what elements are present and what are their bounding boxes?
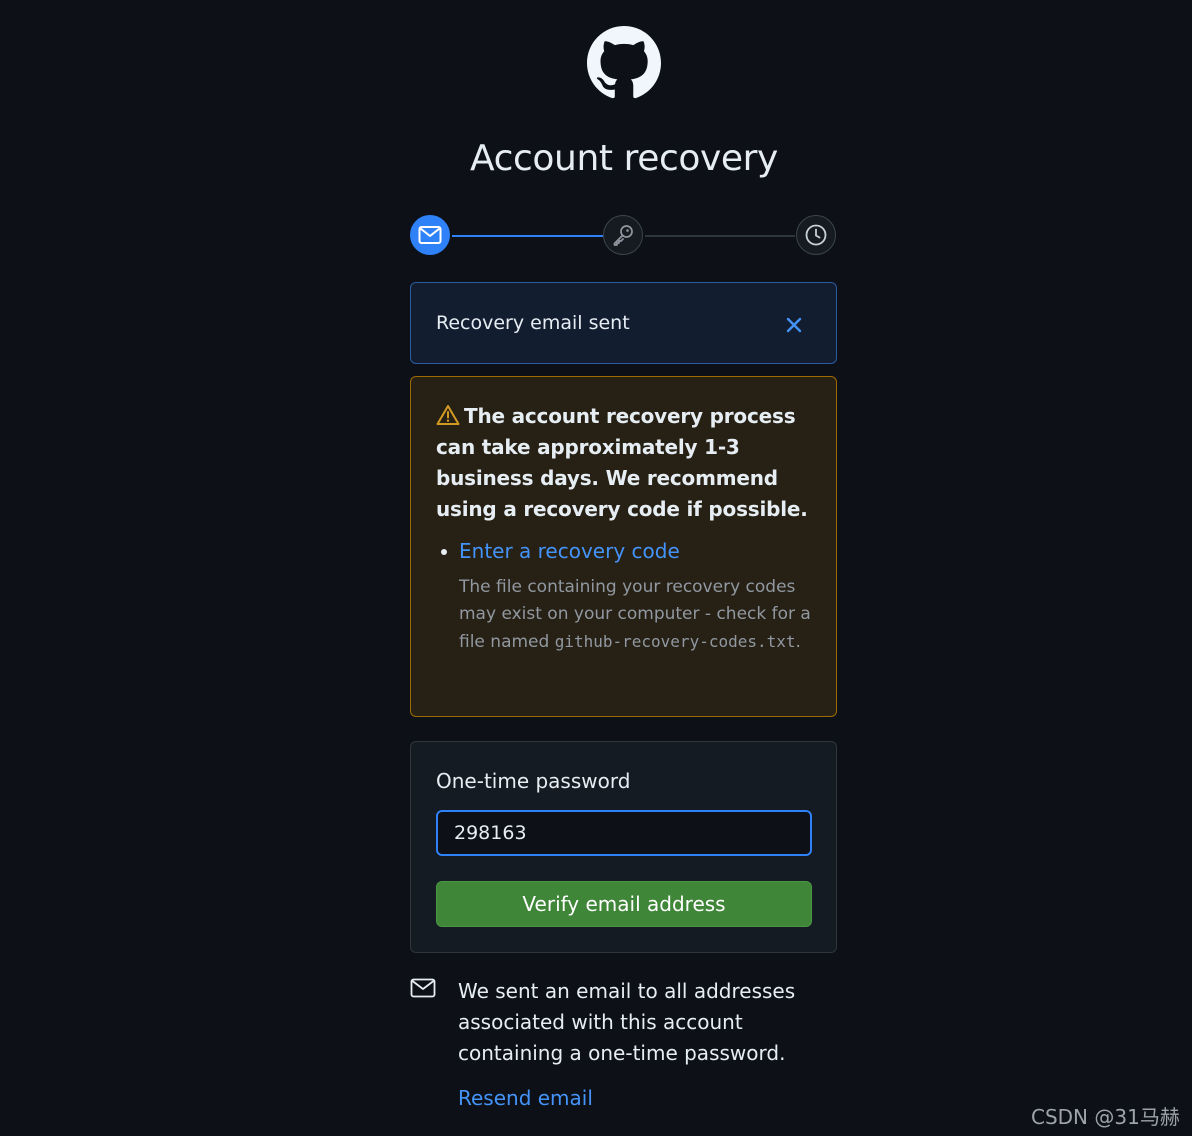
enter-recovery-code-link[interactable]: Enter a recovery code [459,539,680,563]
flash-message: Recovery email sent [436,312,630,334]
stepper-progress-line [452,235,603,237]
key-icon [613,225,633,246]
resend-email-link[interactable]: Resend email [458,1086,593,1110]
hint-suffix: . [795,632,801,652]
list-bullet [441,549,447,555]
verify-email-button[interactable]: Verify email address [436,881,812,927]
otp-label: One-time password [436,769,631,793]
mail-icon [418,226,442,244]
flash-banner: Recovery email sent [410,282,837,364]
clock-icon [805,224,827,246]
close-icon[interactable] [783,314,805,336]
warning-heading: The account recovery process can take ap… [436,401,816,525]
step-key [603,215,643,255]
warning-heading-text: The account recovery process can take ap… [436,404,808,521]
step-clock [796,215,836,255]
github-logo-icon[interactable] [587,26,661,100]
warning-box: The account recovery process can take ap… [410,376,837,717]
step-email [410,215,450,255]
recovery-code-hint: The file containing your recovery codes … [459,574,819,656]
mail-icon [410,977,436,999]
stepper-pending-line [645,235,795,237]
page-title: Account recovery [470,138,778,179]
otp-form: One-time password Verify email address [410,741,837,953]
info-text: We sent an email to all addresses associ… [458,979,796,1065]
watermark: CSDN @31马赫 [1031,1105,1180,1129]
otp-input[interactable] [436,810,812,856]
hint-filename: github-recovery-codes.txt [554,632,796,651]
alert-icon [436,404,460,426]
